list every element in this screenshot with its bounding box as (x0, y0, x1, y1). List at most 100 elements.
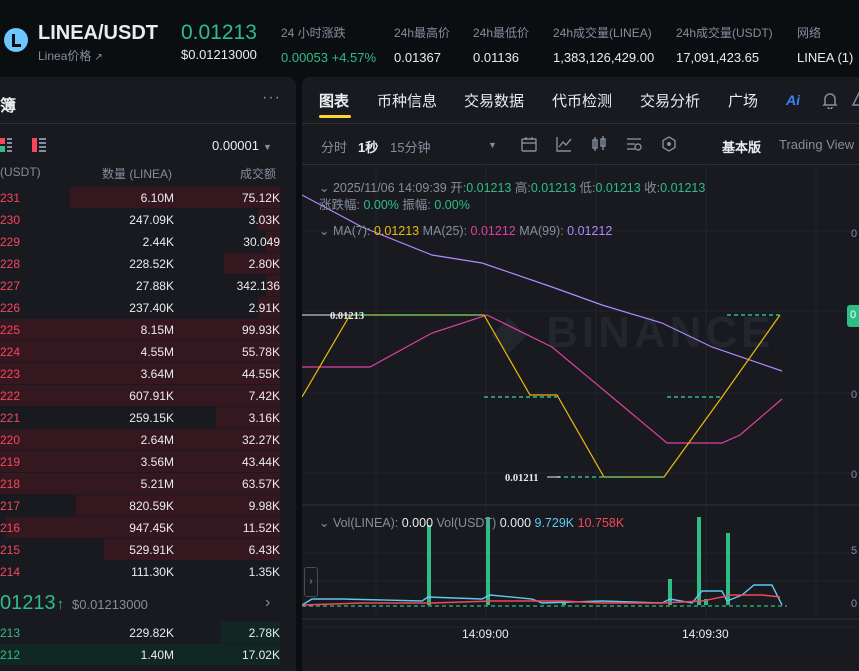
ohlc-high-label: 高: (514, 181, 531, 195)
ask-total: 63.57K (241, 477, 280, 491)
stat-24h-volume-linea: 24h成交量(LINEA) 1,383,126,429.00 (553, 24, 654, 65)
orderbook-ask-view-icon[interactable] (32, 138, 46, 152)
ask-row[interactable]: 225 8.15M 99.93K (0, 319, 296, 341)
vol-ma-cyan (302, 584, 783, 606)
ask-quantity: 820.59K (129, 499, 174, 513)
pair-subtitle-text: Linea价格 (38, 49, 92, 63)
ask-row[interactable]: 228 228.52K 2.80K (0, 253, 296, 275)
ohlc-close-label: 收: (644, 181, 661, 195)
ask-row[interactable]: 224 4.55M 55.78K (0, 341, 296, 363)
collapse-chevron-icon[interactable]: ⌄ (319, 224, 333, 238)
ask-row[interactable]: 230 247.09K 3.03K (0, 209, 296, 231)
ask-row[interactable]: 220 2.64M 32.27K (0, 429, 296, 451)
collapse-chevron-icon[interactable]: ⌄ (319, 181, 333, 195)
tab-coin-info[interactable]: 币种信息 (377, 90, 437, 111)
stat-24h-low: 24h最低价 0.01136 (473, 24, 529, 65)
ask-price: 225 (0, 323, 21, 337)
indicator-icon[interactable] (555, 135, 573, 153)
ma99-value: 0.01212 (567, 224, 613, 238)
ask-row[interactable]: 221 259.15K 3.16K (0, 407, 296, 429)
ask-total: 75.12K (241, 191, 280, 205)
ma-info-row: ⌄ MA(7): 0.01213 MA(25): 0.01212 MA(99):… (319, 223, 612, 238)
tab-chart[interactable]: 图表 (319, 90, 349, 111)
ask-row[interactable]: 231 6.10M 75.12K (0, 187, 296, 209)
collapse-chevron-icon[interactable]: ⌄ (319, 516, 333, 530)
ohlc-close: 0.01213 (660, 181, 706, 195)
ask-total: 55.78K (241, 345, 280, 359)
ask-quantity: 111.30K (131, 565, 174, 579)
stat-label: 24 小时涨跌 (281, 26, 346, 40)
precision-select[interactable]: 0.00001 ▼ (212, 138, 272, 153)
ask-quantity: 5.21M (140, 477, 174, 491)
vol-ma2-value: 10.758K (577, 516, 625, 530)
stat-label: 24h成交量(USDT) (676, 26, 773, 40)
ask-row[interactable]: 222 607.91K 7.42K (0, 385, 296, 407)
stat-network[interactable]: 网络 LINEA (1) (797, 24, 853, 65)
ask-row[interactable]: 214 111.30K 1.35K (0, 561, 296, 583)
timeframe-1s[interactable]: 1秒 (358, 137, 378, 156)
basic-version-button[interactable]: 基本版 (722, 137, 761, 156)
orderbook-both-view-icon[interactable] (0, 138, 12, 152)
ask-total: 43.44K (241, 455, 280, 469)
ai-icon[interactable]: Ai (786, 92, 800, 108)
stat-label: 网络 (797, 26, 822, 40)
ask-total: 2.91K (248, 301, 280, 315)
external-link-icon: ↗ (94, 52, 103, 63)
ask-total: 30.049 (243, 235, 280, 249)
ask-row[interactable]: 217 820.59K 9.98K (0, 495, 296, 517)
tradingview-button[interactable]: Trading View (779, 137, 854, 152)
ask-row[interactable]: 227 27.88K 342.136 (0, 275, 296, 297)
change-info-row: 涨跌幅: 0.00% 振幅: 0.00% (319, 194, 470, 213)
ask-row[interactable]: 216 947.45K 11.52K (0, 517, 296, 539)
ask-row[interactable]: 223 3.64M 44.55K (0, 363, 296, 385)
vol-usdt-label: Vol(USDT) (436, 516, 497, 530)
tab-trading-data[interactable]: 交易数据 (464, 90, 524, 111)
bid-total: 17.02K (241, 648, 280, 662)
timeframe-dropdown-icon[interactable]: ▼ (488, 140, 497, 150)
chevron-right-icon: › (265, 594, 271, 611)
ask-total: 1.35K (248, 565, 280, 579)
pair-name[interactable]: LINEA/USDT (38, 22, 158, 45)
order-book-title: 簿 (0, 98, 17, 115)
expand-side-button[interactable]: › (304, 567, 318, 597)
time-label: 14:09:30 (682, 627, 729, 641)
mid-price-row[interactable]: 01213↑ $0.01213000 › (0, 589, 296, 619)
ask-row[interactable]: 215 529.91K 6.43K (0, 539, 296, 561)
bid-row[interactable]: 213 229.82K 2.78K (0, 622, 296, 644)
order-book-panel: 簿 ··· 0.00001 ▼ (USDT) 数量 (LINEA) 成交额 231… (0, 77, 296, 671)
more-options-icon[interactable]: ··· (262, 89, 281, 107)
ask-total: 9.98K (248, 499, 280, 513)
tab-square[interactable]: 广场 (728, 90, 758, 111)
price-chart[interactable]: ◆ BINANCE 0.01213 0.01211 (302, 165, 859, 671)
ma25-label: MA(25): (422, 224, 468, 238)
ask-price: 227 (0, 279, 21, 293)
y-axis-label: 0 (851, 469, 858, 481)
ask-total: 32.27K (241, 433, 280, 447)
ask-row[interactable]: 226 237.40K 2.91K (0, 297, 296, 319)
timeframe-15m[interactable]: 15分钟 (390, 137, 430, 156)
ask-row[interactable]: 218 5.21M 63.57K (0, 473, 296, 495)
stat-label: 24h最低价 (473, 26, 530, 40)
y-axis-label: 5 (851, 545, 858, 557)
candlestick-icon[interactable] (590, 135, 608, 153)
calendar-icon[interactable] (520, 135, 538, 153)
ask-total: 7.42K (248, 389, 280, 403)
ask-price: 226 (0, 301, 21, 315)
bid-price: 212 (0, 648, 21, 662)
timeframe-line[interactable]: 分时 (321, 137, 347, 156)
settings-icon[interactable] (852, 91, 859, 109)
ask-row[interactable]: 229 2.44K 30.049 (0, 231, 296, 253)
chart-settings-icon[interactable] (625, 135, 643, 153)
bid-row[interactable]: 212 1.40M 17.02K (0, 644, 296, 666)
ask-price: 229 (0, 235, 21, 249)
tab-trade-analysis[interactable]: 交易分析 (640, 90, 700, 111)
mid-price: 01213↑ (0, 592, 64, 615)
ohlc-low: 0.01213 (595, 181, 641, 195)
pair-subtitle[interactable]: Linea价格 ↗ (38, 47, 103, 64)
hexagon-icon[interactable] (660, 135, 678, 153)
last-price: 0.01213 (181, 21, 257, 44)
ask-row[interactable]: 219 3.56M 43.44K (0, 451, 296, 473)
stat-label: 24h最高价 (394, 26, 451, 40)
bell-icon[interactable] (822, 91, 838, 109)
tab-token-check[interactable]: 代币检测 (552, 90, 612, 111)
